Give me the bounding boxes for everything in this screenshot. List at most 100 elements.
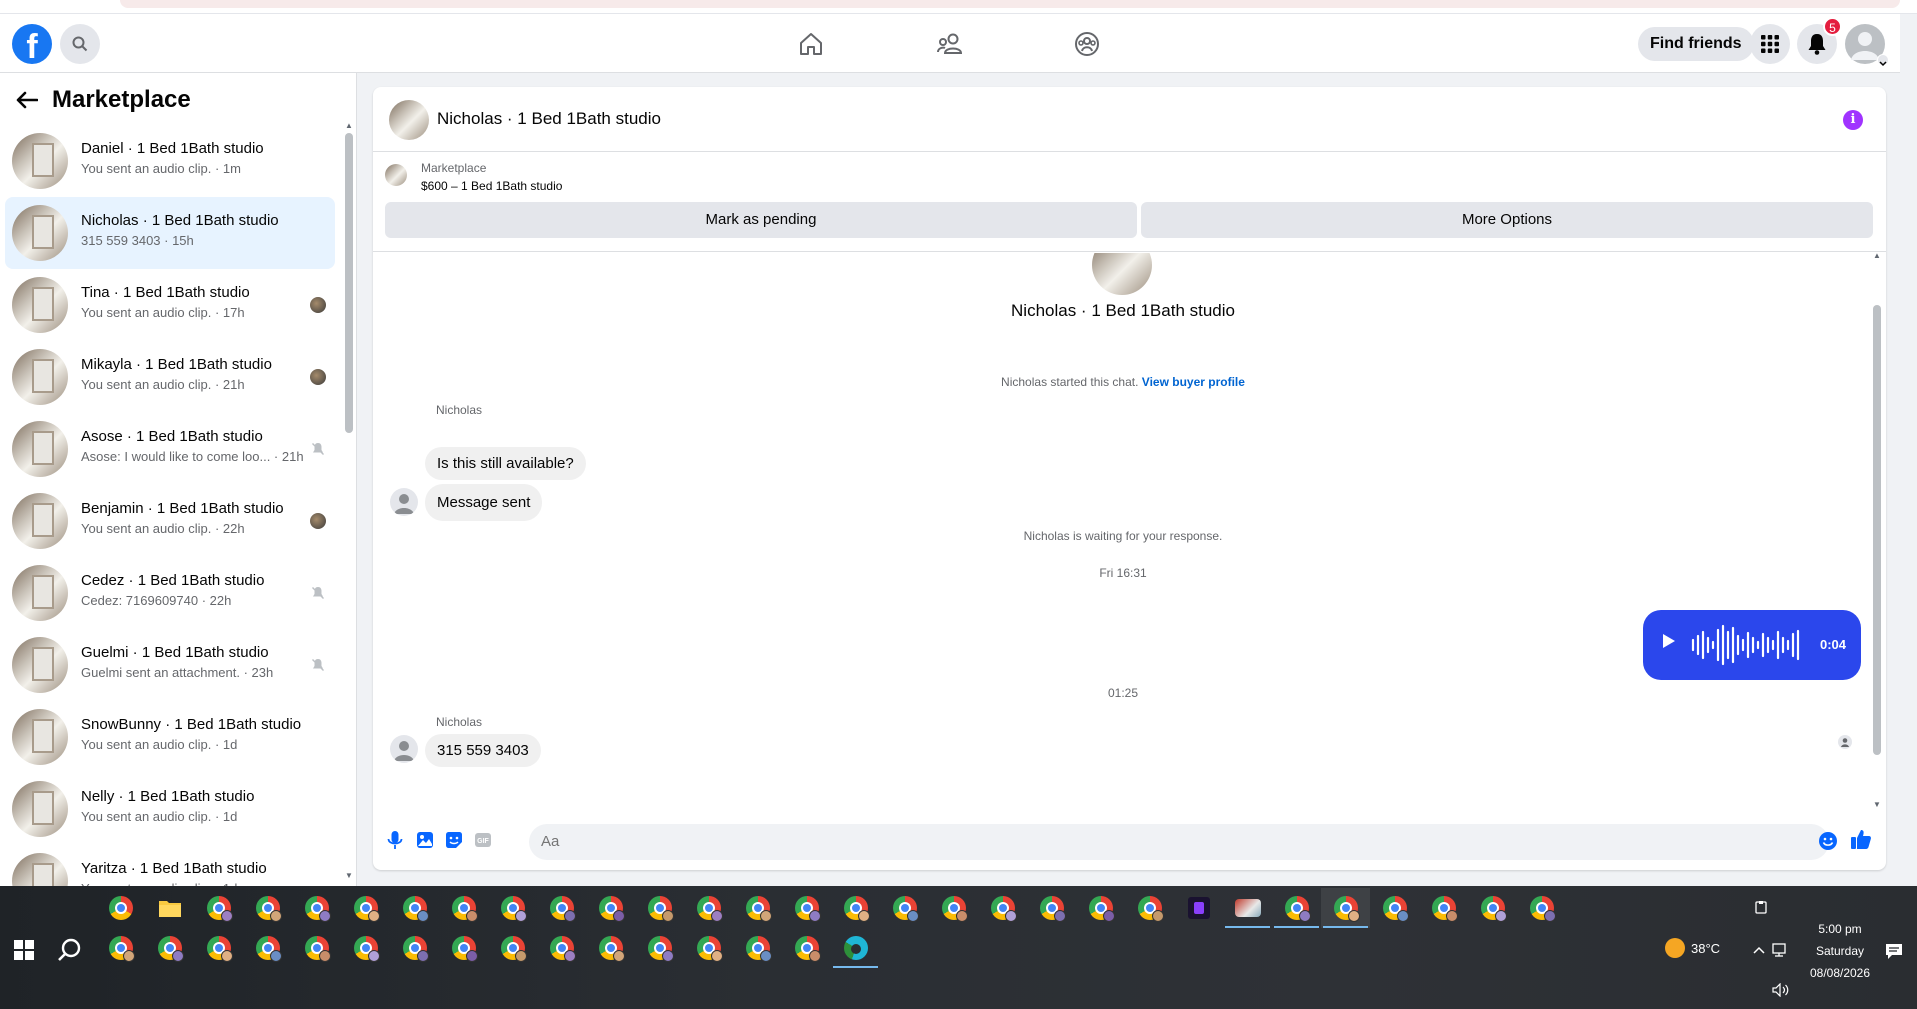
taskbar-app-button[interactable] bbox=[243, 928, 292, 968]
conversation-item[interactable]: Nelly · 1 Bed 1Bath studio You sent an au… bbox=[5, 773, 335, 845]
taskbar-app-button[interactable] bbox=[1272, 888, 1321, 928]
attach-photo-button[interactable] bbox=[413, 828, 437, 852]
sender-avatar[interactable] bbox=[390, 735, 418, 763]
taskbar-app-button[interactable] bbox=[684, 928, 733, 968]
message-bubble[interactable]: Message sent bbox=[425, 484, 543, 521]
conversation-item[interactable]: Cedez · 1 Bed 1Bath studio Cedez: 7169609… bbox=[5, 557, 335, 629]
account-chevron[interactable] bbox=[1877, 54, 1889, 67]
search-button[interactable] bbox=[60, 24, 100, 64]
conversation-item[interactable]: Benjamin · 1 Bed 1Bath studio You sent an… bbox=[5, 485, 335, 557]
taskbar-app-button[interactable] bbox=[1370, 888, 1419, 928]
audio-clip-bubble[interactable]: 0:04 bbox=[1643, 610, 1861, 680]
play-icon[interactable] bbox=[1661, 632, 1677, 650]
scrollbar-thumb[interactable] bbox=[1873, 305, 1881, 755]
taskbar-app-button[interactable] bbox=[145, 888, 194, 928]
taskbar-app-button[interactable] bbox=[292, 928, 341, 968]
conversation-item[interactable]: Nicholas · 1 Bed 1Bath studio 315 559 340… bbox=[5, 197, 335, 269]
sticker-button[interactable] bbox=[442, 828, 466, 852]
home-nav[interactable] bbox=[797, 30, 825, 58]
scroll-up-arrow[interactable]: ▲ bbox=[345, 121, 353, 130]
taskbar-app-button[interactable] bbox=[782, 888, 831, 928]
taskbar-app-button[interactable] bbox=[1027, 888, 1076, 928]
conversation-item[interactable]: Mikayla · 1 Bed 1Bath studio You sent an … bbox=[5, 341, 335, 413]
taskbar-app-button[interactable] bbox=[1174, 888, 1223, 928]
conversation-item[interactable]: SnowBunny · 1 Bed 1Bath studio You sent a… bbox=[5, 701, 335, 773]
taskbar-app-button[interactable] bbox=[635, 928, 684, 968]
address-bar[interactable] bbox=[120, 0, 1900, 8]
groups-nav[interactable] bbox=[1073, 30, 1101, 58]
mark-as-pending-button[interactable]: Mark as pending bbox=[385, 202, 1137, 238]
message-bubble[interactable]: Is this still available? bbox=[425, 447, 586, 480]
notification-center-icon[interactable] bbox=[1884, 942, 1904, 960]
taskbar-app-button[interactable] bbox=[292, 888, 341, 928]
taskbar-app-button[interactable] bbox=[1468, 888, 1517, 928]
taskbar-app-button[interactable] bbox=[145, 928, 194, 968]
conversation-item[interactable]: Daniel · 1 Bed 1Bath studio You sent an a… bbox=[5, 125, 335, 197]
gif-button[interactable]: GIF bbox=[471, 828, 495, 852]
taskbar-search-button[interactable] bbox=[56, 936, 84, 964]
facebook-logo-icon[interactable]: f bbox=[12, 24, 52, 64]
taskbar-app-button[interactable] bbox=[831, 888, 880, 928]
taskbar-app-button[interactable] bbox=[733, 888, 782, 928]
chevron-up-icon[interactable] bbox=[1752, 945, 1766, 955]
left-scrollbar[interactable] bbox=[345, 133, 353, 433]
voice-clip-button[interactable] bbox=[383, 828, 407, 852]
taskbar-app-button[interactable] bbox=[537, 928, 586, 968]
network-icon[interactable] bbox=[1772, 943, 1790, 957]
chat-avatar[interactable] bbox=[389, 100, 429, 140]
taskbar-app-button[interactable] bbox=[1223, 888, 1272, 928]
menu-button[interactable] bbox=[1750, 24, 1790, 64]
taskbar-app-button[interactable] bbox=[929, 888, 978, 928]
volume-icon[interactable] bbox=[1772, 983, 1790, 997]
find-friends-button[interactable]: Find friends bbox=[1638, 27, 1754, 61]
chat-scrollbar[interactable]: ▲ ▼ bbox=[1873, 251, 1881, 810]
taskbar-app-button[interactable] bbox=[194, 888, 243, 928]
taskbar-app-button[interactable] bbox=[1125, 888, 1174, 928]
taskbar-app-button[interactable] bbox=[1321, 888, 1370, 928]
taskbar-app-button[interactable] bbox=[831, 928, 880, 968]
taskbar-app-button[interactable] bbox=[684, 888, 733, 928]
message-bubble[interactable]: 315 559 3403 bbox=[425, 734, 541, 767]
taskbar-app-button[interactable] bbox=[243, 888, 292, 928]
emoji-button[interactable] bbox=[1816, 829, 1840, 853]
scroll-down-arrow[interactable]: ▼ bbox=[1873, 800, 1881, 809]
taskbar-app-button[interactable] bbox=[390, 888, 439, 928]
like-button[interactable] bbox=[1849, 827, 1873, 851]
taskbar-app-button[interactable] bbox=[96, 928, 145, 968]
scroll-up-arrow[interactable]: ▲ bbox=[1873, 251, 1881, 260]
conversation-item[interactable]: Yaritza · 1 Bed 1Bath studioYou sent an … bbox=[5, 845, 335, 886]
back-button[interactable] bbox=[14, 87, 40, 113]
taskbar-app-button[interactable] bbox=[782, 928, 831, 968]
taskbar-app-button[interactable] bbox=[1419, 888, 1468, 928]
taskbar-app-button[interactable] bbox=[488, 888, 537, 928]
taskbar-app-button[interactable] bbox=[341, 928, 390, 968]
scroll-down-arrow[interactable]: ▼ bbox=[345, 871, 353, 880]
view-buyer-profile-link[interactable]: View buyer profile bbox=[1142, 375, 1245, 389]
taskbar-app-button[interactable] bbox=[978, 888, 1027, 928]
weather-widget[interactable]: 38°C bbox=[1665, 938, 1720, 958]
start-button[interactable] bbox=[10, 936, 38, 964]
taskbar-app-button[interactable] bbox=[537, 888, 586, 928]
taskbar-app-button[interactable] bbox=[390, 928, 439, 968]
taskbar-app-button[interactable] bbox=[635, 888, 684, 928]
chat-title[interactable]: Nicholas · 1 Bed 1Bath studio bbox=[437, 109, 661, 129]
taskbar-app-button[interactable] bbox=[1076, 888, 1125, 928]
taskbar-app-button[interactable] bbox=[341, 888, 390, 928]
info-icon[interactable]: i bbox=[1843, 110, 1863, 130]
friends-nav[interactable] bbox=[936, 30, 964, 58]
taskbar-app-button[interactable] bbox=[880, 888, 929, 928]
listing-thumbnail[interactable] bbox=[385, 164, 407, 186]
taskbar-app-button[interactable] bbox=[194, 928, 243, 968]
taskbar-app-button[interactable] bbox=[733, 928, 782, 968]
conversation-item[interactable]: Tina · 1 Bed 1Bath studio You sent an aud… bbox=[5, 269, 335, 341]
conversation-item[interactable]: Guelmi · 1 Bed 1Bath studio Guelmi sent a… bbox=[5, 629, 335, 701]
taskbar-app-button[interactable] bbox=[96, 888, 145, 928]
clock[interactable]: 5:00 pm Saturday 08/08/2026 bbox=[1800, 918, 1880, 984]
sender-avatar[interactable] bbox=[390, 488, 418, 516]
clipboard-icon[interactable] bbox=[1754, 900, 1768, 914]
taskbar-app-button[interactable] bbox=[488, 928, 537, 968]
taskbar-app-button[interactable] bbox=[586, 888, 635, 928]
conversation-item[interactable]: Asose · 1 Bed 1Bath studio Asose: I would… bbox=[5, 413, 335, 485]
message-input[interactable] bbox=[529, 824, 1829, 860]
listing-price[interactable]: $600 – 1 Bed 1Bath studio bbox=[421, 179, 562, 193]
